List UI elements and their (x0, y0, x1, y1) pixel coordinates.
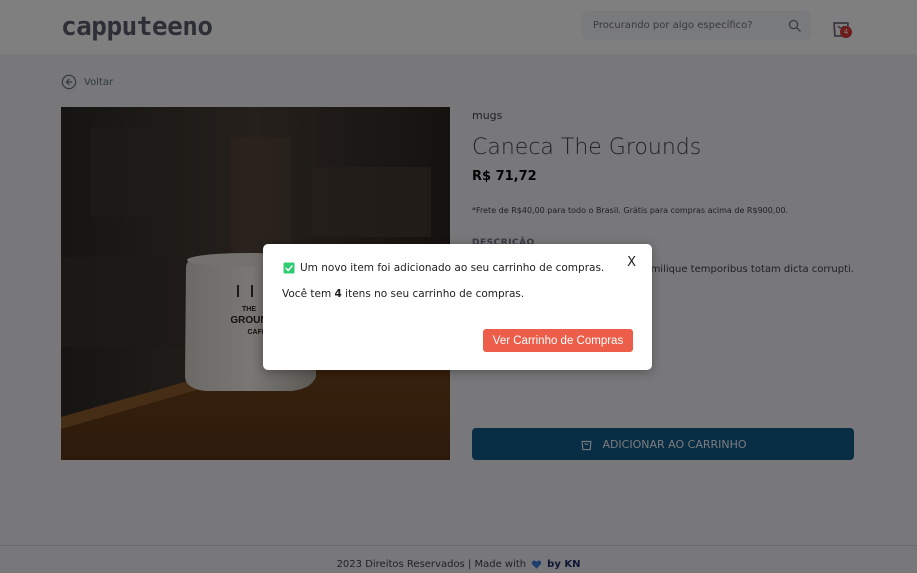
count-suffix: itens no seu carrinho de compras. (345, 288, 525, 300)
count-prefix: Você tem (282, 288, 332, 300)
modal-message: Um novo item foi adicionado ao seu carri… (283, 262, 604, 274)
view-cart-button[interactable]: Ver Carrinho de Compras (483, 329, 633, 352)
modal-close-button[interactable]: X (627, 255, 636, 270)
checkbox-icon (283, 262, 295, 274)
count-value: 4 (334, 288, 342, 300)
cart-added-modal: X Um novo item foi adicionado ao seu car… (263, 244, 652, 370)
modal-cart-count: Você tem 4 itens no seu carrinho de comp… (282, 288, 524, 300)
modal-message-text: Um novo item foi adicionado ao seu carri… (300, 262, 605, 274)
